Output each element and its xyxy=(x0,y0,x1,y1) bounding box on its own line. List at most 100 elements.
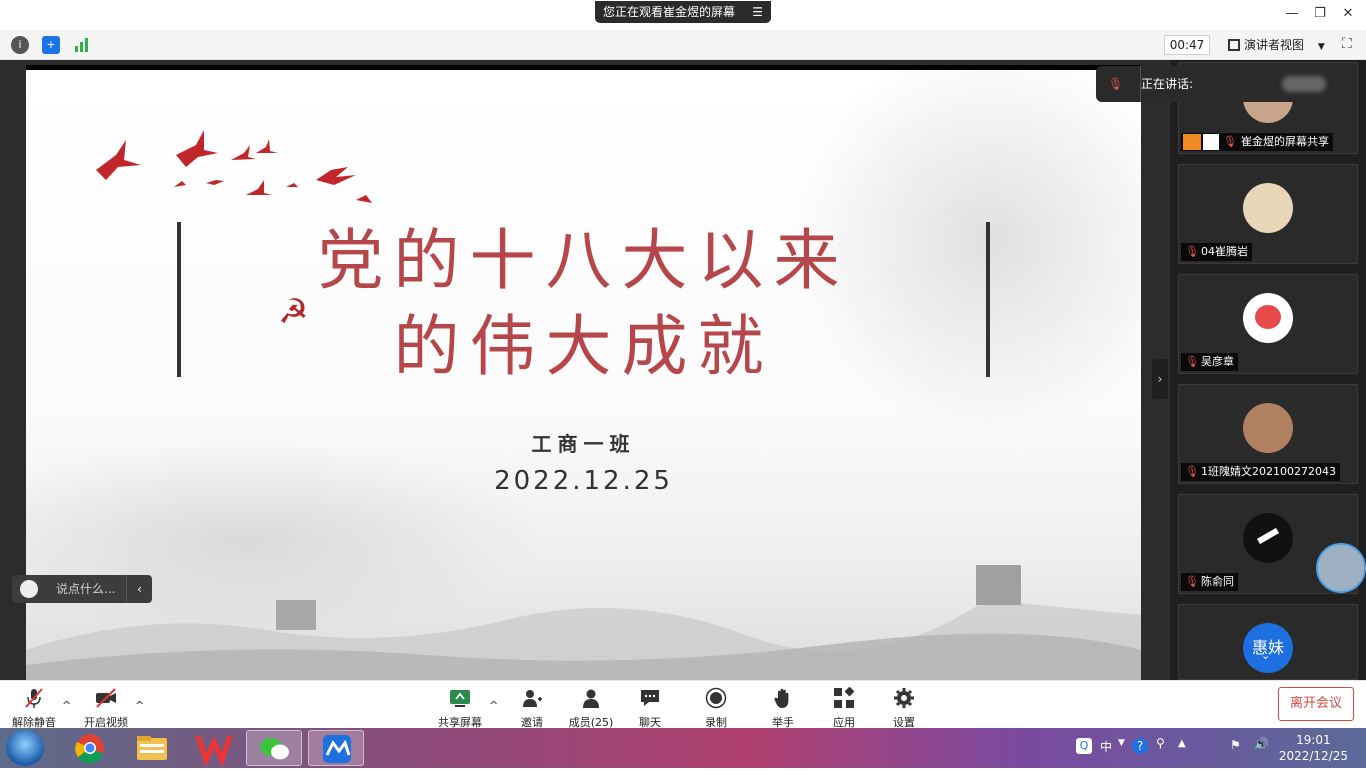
hand-icon xyxy=(774,688,789,708)
user-icon xyxy=(1183,134,1201,150)
audio-options-caret[interactable]: ^ xyxy=(62,699,71,712)
meeting-control-bar: 解除静音 ^ 开启视频 ^ 共享屏幕 ^ 邀请 成员(25) 聊天 录制 举手 … xyxy=(0,680,1366,729)
apps-button[interactable]: 应用 xyxy=(814,685,874,729)
avatar xyxy=(1243,403,1293,453)
avatar-figure xyxy=(1256,527,1280,545)
start-button[interactable] xyxy=(6,730,44,766)
chat-button[interactable]: 聊天 xyxy=(620,685,680,729)
avatar xyxy=(1243,513,1293,563)
close-button[interactable]: ✕ xyxy=(1338,4,1358,24)
avatar: 惠妹 xyxy=(1243,623,1293,673)
mic-muted-icon: 🎙 xyxy=(1185,575,1199,588)
signal-icon[interactable] xyxy=(73,36,91,54)
window-titlebar: 您正在观看崔金煜的屏幕 ☰ — ❐ ✕ xyxy=(0,0,1366,30)
speaker-name xyxy=(1282,76,1326,92)
leave-meeting-button[interactable]: 离开会议 xyxy=(1278,687,1354,721)
chevron-left-icon[interactable]: ‹ xyxy=(126,575,152,603)
participant-tile[interactable]: 惠妹 ⌄ xyxy=(1178,604,1358,680)
record-icon xyxy=(705,687,727,709)
info-icon[interactable]: i xyxy=(11,36,29,54)
volume-icon[interactable]: 🔊 xyxy=(1254,737,1269,751)
layout-icon xyxy=(1228,39,1240,51)
system-tray: Q 中 ▼ ? ⚲ ▲ ⚑ 🔊 19:01 2022/12/25 xyxy=(1070,728,1366,768)
input-method-label[interactable]: 中 xyxy=(1100,738,1112,755)
fullscreen-icon[interactable]: ⛶ xyxy=(1342,36,1352,52)
title-bar-left xyxy=(177,222,181,377)
minimize-button[interactable]: — xyxy=(1282,4,1302,24)
mic-muted-icon: 🎙 xyxy=(1185,355,1199,368)
chevron-down-icon[interactable]: ▼ xyxy=(1118,738,1125,748)
file-explorer-icon[interactable] xyxy=(124,730,180,766)
tray-settings-icon[interactable]: ⚲ xyxy=(1156,736,1165,750)
settings-button[interactable]: 设置 xyxy=(874,685,934,729)
start-video-button[interactable]: 开启视频 xyxy=(76,685,136,729)
participant-name-bar: 🎙 1班隗婧文202100272043 xyxy=(1181,463,1340,481)
speaking-indicator: 🎙 正在讲话: xyxy=(1096,66,1336,102)
participant-name-bar: 🎙 04崔腾岩 xyxy=(1181,243,1252,261)
invite-button[interactable]: 邀请 xyxy=(502,685,562,729)
members-button[interactable]: 成员(25) xyxy=(561,685,621,729)
chevron-down-icon[interactable]: ⌄ xyxy=(1261,649,1270,662)
title-bar-right xyxy=(986,222,990,377)
record-button[interactable]: 录制 xyxy=(686,685,746,729)
mic-muted-icon xyxy=(25,688,43,708)
slide-subtitle: 工商一班 xyxy=(531,432,636,456)
slide-title-line2: 的伟大成就 xyxy=(393,308,774,385)
collapse-panel-button[interactable]: › xyxy=(1152,359,1168,399)
participant-name: 1班隗婧文202100272043 xyxy=(1201,465,1336,478)
share-options-caret[interactable]: ^ xyxy=(489,699,498,712)
emoji-icon[interactable] xyxy=(20,580,38,598)
participant-name: 吴彦章 xyxy=(1201,355,1234,368)
participant-name-bar: 🎙 崔金煜的屏幕共享 xyxy=(1181,133,1333,151)
restore-button[interactable]: ❐ xyxy=(1310,4,1330,24)
chat-icon xyxy=(641,690,659,706)
share-screen-icon xyxy=(450,690,470,707)
mic-muted-icon: 🎙 xyxy=(1223,135,1237,148)
wechat-app-icon[interactable] xyxy=(246,730,302,766)
view-mode-dropdown[interactable]: 演讲者视图 ▼ xyxy=(1222,35,1330,55)
shared-slide: ☭ 党的十八大以来 的伟大成就 工商一班 2022.12.25 xyxy=(26,65,1141,680)
members-icon xyxy=(583,689,599,708)
speaking-label: 正在讲话: xyxy=(1140,66,1193,102)
share-banner-text: 您正在观看崔金煜的屏幕 xyxy=(603,5,736,19)
search-tray-icon[interactable]: Q xyxy=(1076,738,1092,754)
avatar xyxy=(1243,183,1293,233)
chat-input[interactable]: 说点什么... ‹ xyxy=(12,575,152,603)
chat-placeholder: 说点什么... xyxy=(56,582,116,596)
system-clock[interactable]: 19:01 2022/12/25 xyxy=(1279,732,1348,764)
raise-hand-button[interactable]: 举手 xyxy=(753,685,813,729)
mic-muted-icon: 🎙 xyxy=(1108,77,1124,91)
os-taskbar: Q 中 ▼ ? ⚲ ▲ ⚑ 🔊 19:01 2022/12/25 xyxy=(0,728,1366,768)
participant-tile[interactable]: 🎙 1班隗婧文202100272043 xyxy=(1178,384,1358,484)
tencent-meeting-app-icon[interactable] xyxy=(308,730,364,766)
clock-time: 19:01 xyxy=(1296,733,1331,747)
slide-title: 党的十八大以来 的伟大成就 xyxy=(276,218,891,390)
slide-title-line1: 党的十八大以来 xyxy=(317,222,850,299)
unmute-button[interactable]: 解除静音 xyxy=(4,685,64,729)
video-options-caret[interactable]: ^ xyxy=(135,699,144,712)
gear-icon xyxy=(894,688,914,708)
clock-date: 2022/12/25 xyxy=(1278,749,1348,763)
screen-share-icon xyxy=(1203,134,1219,150)
birds-illustration xyxy=(96,130,372,203)
mic-muted-icon: 🎙 xyxy=(1185,245,1199,258)
wps-app-icon[interactable] xyxy=(186,730,242,767)
show-hidden-icons[interactable]: ▲ xyxy=(1178,738,1186,749)
participant-tile[interactable]: 🎙 吴彦章 xyxy=(1178,274,1358,374)
apps-icon xyxy=(834,687,855,708)
participant-name: 崔金煜的屏幕共享 xyxy=(1241,135,1329,148)
slide-date: 2022.12.25 xyxy=(494,466,673,496)
view-mode-label: 演讲者视图 xyxy=(1244,38,1305,52)
chevron-down-icon: ▼ xyxy=(1317,42,1325,52)
great-wall-illustration xyxy=(26,565,1141,680)
share-banner[interactable]: 您正在观看崔金煜的屏幕 ☰ xyxy=(595,1,771,23)
menu-icon[interactable]: ☰ xyxy=(752,1,763,23)
shield-icon[interactable]: + xyxy=(42,36,60,54)
participant-tile[interactable]: 🎙 04崔腾岩 xyxy=(1178,164,1358,264)
add-user-icon xyxy=(523,690,542,707)
network-icon[interactable]: ⚑ xyxy=(1230,738,1241,752)
chrome-app-icon[interactable] xyxy=(62,730,118,766)
share-screen-button[interactable]: 共享屏幕 xyxy=(430,685,490,729)
help-icon[interactable]: ? xyxy=(1132,738,1148,754)
floating-assistant-avatar[interactable] xyxy=(1316,543,1366,593)
